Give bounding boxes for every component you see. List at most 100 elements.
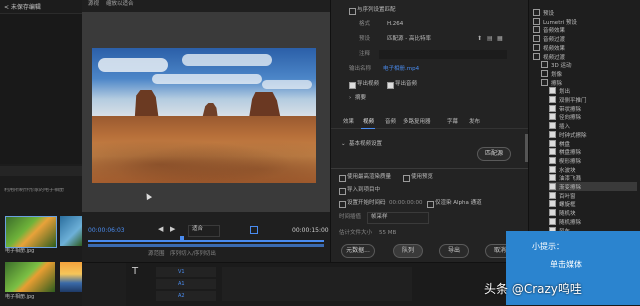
effect-preset-icon xyxy=(549,156,556,164)
project-header-bar xyxy=(0,166,82,176)
project-tab[interactable]: < 未保存编辑 xyxy=(4,5,41,11)
output-name-label: 输出名称 xyxy=(349,66,372,72)
summary-label[interactable]: 摘要 xyxy=(355,95,366,102)
save-preset-icon[interactable]: ⬆ xyxy=(477,36,482,42)
track-a1-label[interactable]: A1 xyxy=(178,282,185,287)
import-project-checkbox[interactable] xyxy=(339,188,346,195)
folder-icon xyxy=(533,26,540,34)
effects-tree-item[interactable]: 音频过渡 xyxy=(533,34,637,43)
folder-icon xyxy=(533,35,540,43)
effects-tree-item[interactable]: 时钟式擦除 xyxy=(549,130,637,139)
summary-chevron-icon[interactable]: › xyxy=(349,95,351,102)
start-timecode-value[interactable]: 00:00:00:00 xyxy=(389,200,423,207)
time-interpolation-dropdown[interactable] xyxy=(367,212,429,224)
effects-tree-item[interactable]: 渐变擦除 xyxy=(549,182,637,191)
work-area-bar xyxy=(88,244,324,247)
timeline-clip-track xyxy=(222,267,412,301)
playhead[interactable] xyxy=(180,236,184,242)
effects-tree-item[interactable]: 双侧平推门 xyxy=(549,95,637,104)
cloud-4 xyxy=(262,80,312,89)
effect-preset-icon xyxy=(549,113,556,121)
effect-preset-icon xyxy=(549,183,556,190)
effects-tree-item[interactable]: 随机块 xyxy=(549,208,637,217)
effects-tree-item[interactable]: 预设 xyxy=(533,8,637,17)
media-thumb-2[interactable] xyxy=(60,216,82,246)
effects-tree-item[interactable]: 棋盘擦除 xyxy=(549,147,637,156)
export-button[interactable]: 导出 xyxy=(439,244,469,258)
export-video-label: 导出视频 xyxy=(357,81,380,87)
timecode-end: 00:00:15:00 xyxy=(292,227,329,234)
source-range-value[interactable]: 序列切入/序列切出 xyxy=(170,251,216,258)
effects-tree-item[interactable]: 带状擦除 xyxy=(549,104,637,113)
output-name-value[interactable]: 电子相册.mp4 xyxy=(383,66,419,73)
max-render-quality-checkbox[interactable] xyxy=(339,175,346,182)
effects-tree-item[interactable]: 油漆飞溅 xyxy=(549,173,637,182)
settings-icon[interactable] xyxy=(250,226,258,234)
max-render-quality-label: 使用最高渲染质量 xyxy=(347,174,392,180)
track-v1-label[interactable]: V1 xyxy=(178,270,185,275)
tab-audio[interactable]: 音频 xyxy=(385,119,396,126)
use-previews-checkbox[interactable] xyxy=(403,175,410,182)
track-a2-label[interactable]: A2 xyxy=(178,294,185,299)
in-point-icon[interactable]: ◀ xyxy=(158,226,163,233)
effects-tree-item[interactable]: 擦除 xyxy=(541,78,637,87)
effects-tree-item[interactable]: 百叶窗 xyxy=(549,191,637,200)
scrub-track[interactable] xyxy=(88,240,324,242)
render-alpha-checkbox[interactable] xyxy=(427,201,434,208)
type-tool-icon[interactable]: T xyxy=(132,267,138,277)
delete-preset-icon[interactable]: ▦ xyxy=(497,36,503,42)
start-timecode-label: 设置开始时间码 xyxy=(347,200,386,206)
folder-icon xyxy=(533,52,540,60)
effects-tree-item[interactable]: 插入 xyxy=(549,121,637,130)
effects-tree-item[interactable]: 径向擦除 xyxy=(549,112,637,121)
metadata-button[interactable]: 元数据... xyxy=(341,244,375,258)
timeline-tools xyxy=(82,263,126,306)
effects-tree-item[interactable]: 楔形擦除 xyxy=(549,156,637,165)
export-settings-panel: 与序列设置匹配 格式 H.264 预设 匹配源 - 高比特率 ⬆ ▤ ▦ 注释 … xyxy=(330,0,529,262)
import-project-label: 导入到项目中 xyxy=(347,187,381,193)
preset-value[interactable]: 匹配源 - 高比特率 xyxy=(387,36,431,43)
import-preset-icon[interactable]: ▤ xyxy=(487,36,493,42)
tab-effects[interactable]: 效果 xyxy=(343,119,354,126)
zoom-dropdown[interactable]: 缩放以适合 xyxy=(106,1,134,8)
effects-panel: 预设 Lumetri 预设 音频效果 音频过渡 视频效果 视频过渡 3D 运动 划像 擦除 划出双… xyxy=(528,0,640,235)
tab-multiplexer[interactable]: 多路复用器 xyxy=(403,119,431,126)
queue-button[interactable]: 队列 xyxy=(393,244,423,258)
start-timecode-checkbox[interactable] xyxy=(339,201,346,208)
basic-video-chevron-icon[interactable]: ⌄ xyxy=(341,141,346,148)
export-audio-checkbox[interactable] xyxy=(387,82,394,89)
export-video-checkbox[interactable] xyxy=(349,82,356,89)
effects-tree-item[interactable]: 棋盘 xyxy=(549,139,637,148)
media-thumb-3[interactable] xyxy=(5,262,55,292)
tab-publish[interactable]: 发布 xyxy=(469,119,480,126)
format-value[interactable]: H.264 xyxy=(387,21,403,28)
folder-icon xyxy=(533,43,540,51)
timecode-current[interactable]: 00:00:06:03 xyxy=(88,228,125,234)
effects-tree-item[interactable]: 视频效果 xyxy=(533,43,637,52)
effects-tree-item[interactable]: 划像 xyxy=(541,69,637,78)
effects-tree-item[interactable]: 音频效果 xyxy=(533,25,637,34)
match-source-button[interactable]: 匹配源 xyxy=(477,147,511,161)
effects-tree-item[interactable]: Lumetri 预设 xyxy=(533,17,637,26)
track-header-a1 xyxy=(156,279,216,289)
source-range-label: 源范围 xyxy=(148,251,165,257)
tab-captions[interactable]: 字幕 xyxy=(447,119,458,126)
effect-preset-icon xyxy=(549,200,556,208)
bin-toolbar xyxy=(0,180,82,186)
match-sequence-checkbox[interactable] xyxy=(349,8,356,15)
media-thumb-4[interactable] xyxy=(60,262,82,292)
effects-tree-item[interactable]: 视频过渡 xyxy=(533,52,637,61)
effects-tree-item[interactable]: 划出 xyxy=(549,86,637,95)
media-thumb-3-label: 电子相册.jpg xyxy=(5,294,35,300)
comment-field[interactable] xyxy=(379,50,507,59)
effects-tree-item[interactable]: 螺旋框 xyxy=(549,199,637,208)
render-options-divider xyxy=(331,168,529,169)
media-thumb-1[interactable] xyxy=(5,216,57,248)
tab-video[interactable]: 视频 xyxy=(363,119,374,126)
effects-tree-item[interactable]: 水波块 xyxy=(549,165,637,174)
effect-preset-icon xyxy=(549,130,556,138)
out-point-icon[interactable]: ▶ xyxy=(170,226,175,233)
cloud-2 xyxy=(182,54,272,66)
effects-tree-item[interactable]: 随机擦除 xyxy=(549,217,637,226)
effects-tree-item[interactable]: 3D 运动 xyxy=(541,60,637,69)
